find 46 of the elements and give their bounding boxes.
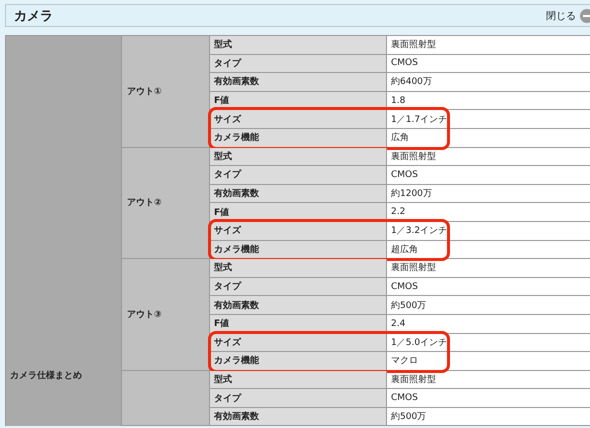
spec-value-cell-text: 約500万	[390, 410, 428, 424]
spec-value-cell-text: CMOS	[390, 168, 419, 182]
spec-value-cell-text: 裏面照射型	[390, 374, 437, 387]
spec-name-cell: サイズ	[210, 222, 387, 240]
spec-value-cell-text: 1／3.2インチ	[390, 225, 448, 238]
spec-name-cell: タイプ	[210, 278, 387, 296]
minus-icon	[580, 8, 590, 22]
spec-value-cell-text: 2.2	[390, 206, 406, 220]
spec-value-cell-text: マクロ	[390, 355, 419, 368]
spec-name-cell: タイプ	[210, 54, 387, 72]
spec-name-cell: タイプ	[210, 166, 387, 184]
spec-value-cell-text: CMOS	[390, 57, 419, 70]
spec-name-cell: カメラ機能	[210, 128, 387, 147]
spec-value-cell-text: 約500万	[390, 300, 428, 313]
spec-value-cell-text: 1／1.7インチ	[390, 114, 448, 127]
spec-value-cell-text: CMOS	[390, 392, 419, 406]
spec-name-cell: カメラ機能	[210, 352, 387, 370]
spec-name-cell: 有効画素数	[210, 408, 387, 426]
spec-name-cell: 有効画素数	[210, 73, 387, 91]
group-label-cell: アウト③	[122, 259, 210, 370]
spec-value-cell-text: 2.4	[390, 318, 406, 331]
spec-value-cell-text: 1.8	[390, 94, 406, 108]
group-label-cell: アウト②	[122, 148, 210, 258]
spec-value-cell-text: 広角	[390, 132, 410, 146]
spec-name-cell: カメラ機能	[210, 240, 387, 258]
spec-value-cell-text: 約1200万	[390, 188, 433, 202]
spec-value-cell-text: 裏面照射型	[390, 150, 437, 164]
spec-name-cell: 有効画素数	[210, 184, 387, 202]
spec-name-cell: 型式	[210, 148, 387, 166]
spec-value-cell-text: 約6400万	[390, 76, 433, 90]
spec-value-cell-text: 裏面照射型	[390, 262, 437, 276]
spec-name-cell: サイズ	[210, 110, 387, 128]
spec-value-cell-text: CMOS	[390, 280, 419, 294]
spec-name-cell: 型式	[210, 370, 387, 388]
spec-value-cell-text: 超広角	[390, 244, 419, 257]
spec-name-cell: 型式	[210, 259, 387, 277]
group-label-cell: アウト①	[122, 36, 210, 147]
spec-value-cell-text: 裏面照射型	[390, 38, 437, 52]
spec-name-cell: 型式	[210, 36, 387, 54]
spec-name-cell: サイズ	[210, 334, 387, 352]
panel-title: カメラ	[14, 8, 53, 24]
spec-name-cell: 有効画素数	[210, 296, 387, 314]
spec-name-cell: タイプ	[210, 389, 387, 407]
close-button[interactable]: 閉じる	[546, 8, 590, 22]
spec-value-cell-text: 1／5.0インチ	[390, 336, 448, 350]
summary-cell: カメラ仕様まとめ	[5, 36, 122, 426]
